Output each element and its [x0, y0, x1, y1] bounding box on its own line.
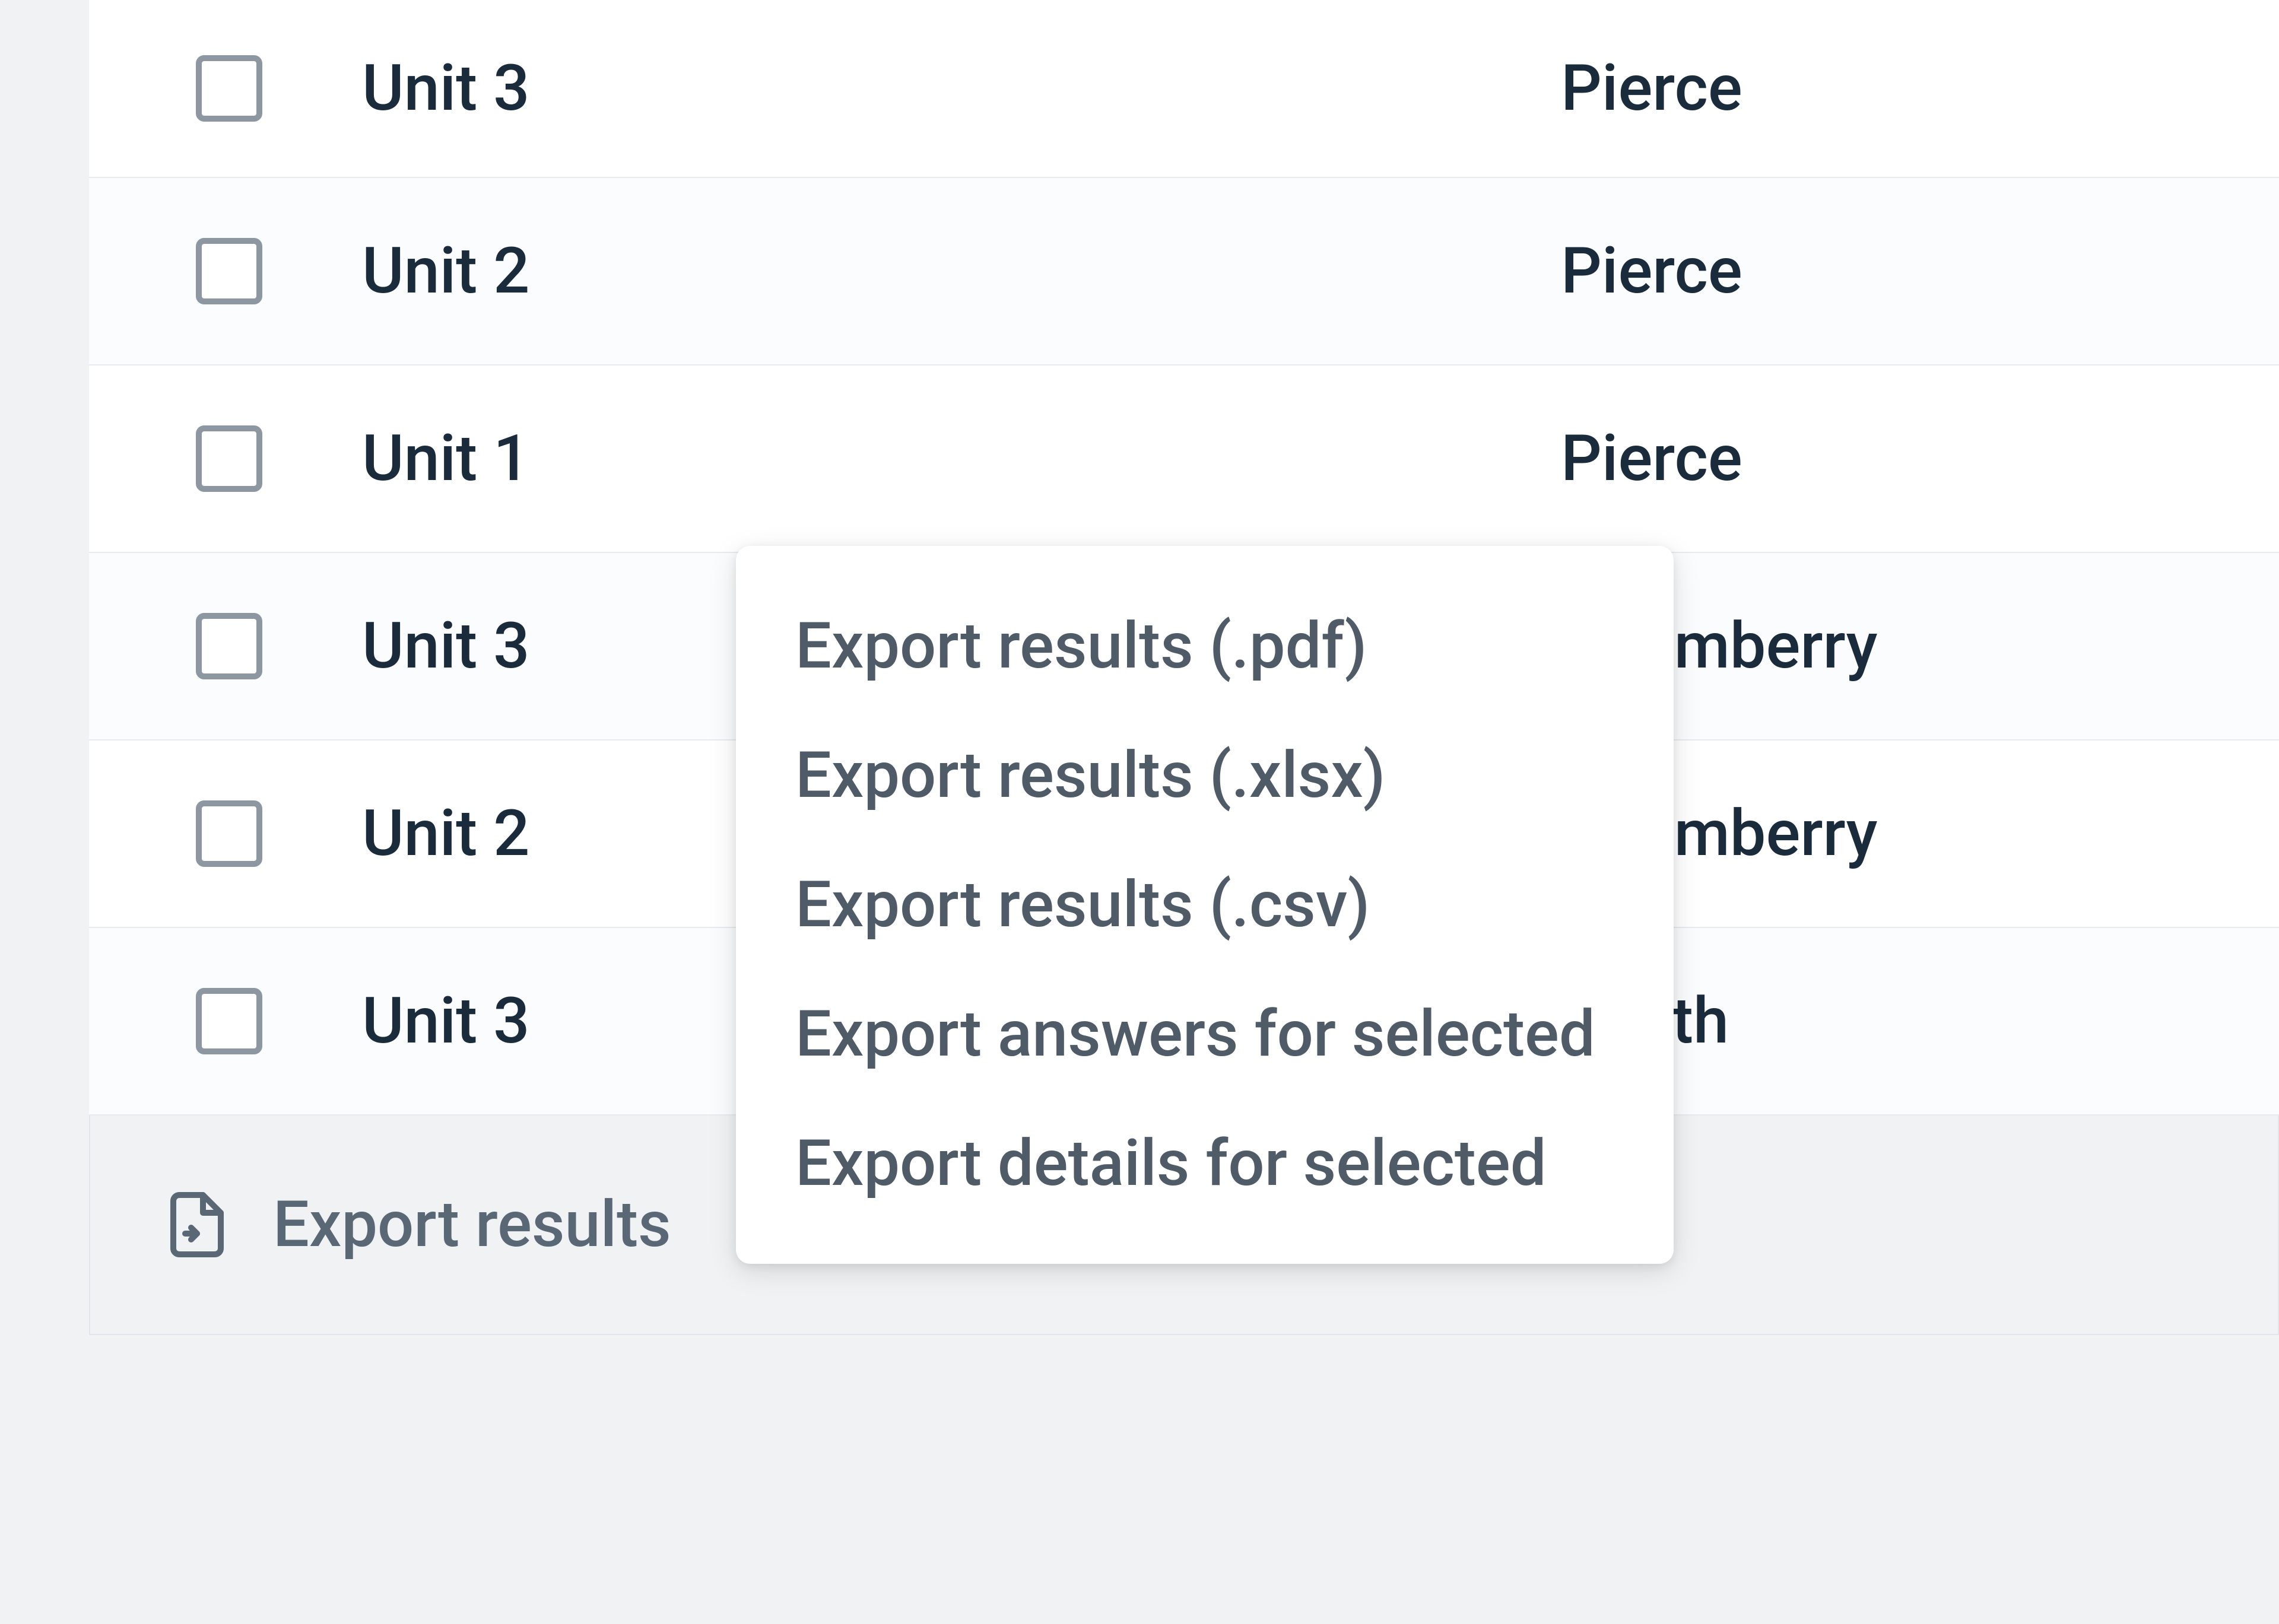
- menu-item-export-pdf[interactable]: Export results (.pdf): [736, 581, 1674, 711]
- unit-cell: Unit 3: [362, 51, 1561, 126]
- checkbox-cell: [196, 55, 362, 122]
- export-file-icon: [161, 1189, 233, 1260]
- checkbox-cell: [196, 425, 362, 492]
- name-cell: Pierce: [1561, 234, 1742, 309]
- menu-item-export-csv[interactable]: Export results (.csv): [736, 840, 1674, 970]
- table-row[interactable]: Unit 3 Pierce: [89, 0, 2279, 178]
- checkbox-cell: [196, 238, 362, 304]
- menu-item-export-details[interactable]: Export details for selected: [736, 1099, 1674, 1228]
- row-checkbox[interactable]: [196, 800, 262, 867]
- page-background: [0, 1464, 2279, 1624]
- menu-item-export-xlsx[interactable]: Export results (.xlsx): [736, 711, 1674, 840]
- name-cell: Pierce: [1561, 51, 1742, 126]
- menu-item-export-answers[interactable]: Export answers for selected: [736, 970, 1674, 1099]
- table-row[interactable]: Unit 1 Pierce: [89, 366, 2279, 553]
- row-checkbox[interactable]: [196, 988, 262, 1054]
- row-checkbox[interactable]: [196, 613, 262, 679]
- checkbox-cell: [196, 800, 362, 867]
- row-checkbox[interactable]: [196, 238, 262, 304]
- name-cell: Pierce: [1561, 421, 1742, 496]
- checkbox-cell: [196, 613, 362, 679]
- unit-cell: Unit 1: [362, 421, 1561, 496]
- export-results-button[interactable]: Export results: [161, 1187, 671, 1262]
- export-menu: Export results (.pdf) Export results (.x…: [736, 546, 1674, 1264]
- row-checkbox[interactable]: [196, 425, 262, 492]
- table-row[interactable]: Unit 2 Pierce: [89, 178, 2279, 366]
- row-checkbox[interactable]: [196, 55, 262, 122]
- checkbox-cell: [196, 988, 362, 1054]
- unit-cell: Unit 2: [362, 234, 1561, 309]
- export-results-label: Export results: [273, 1187, 671, 1262]
